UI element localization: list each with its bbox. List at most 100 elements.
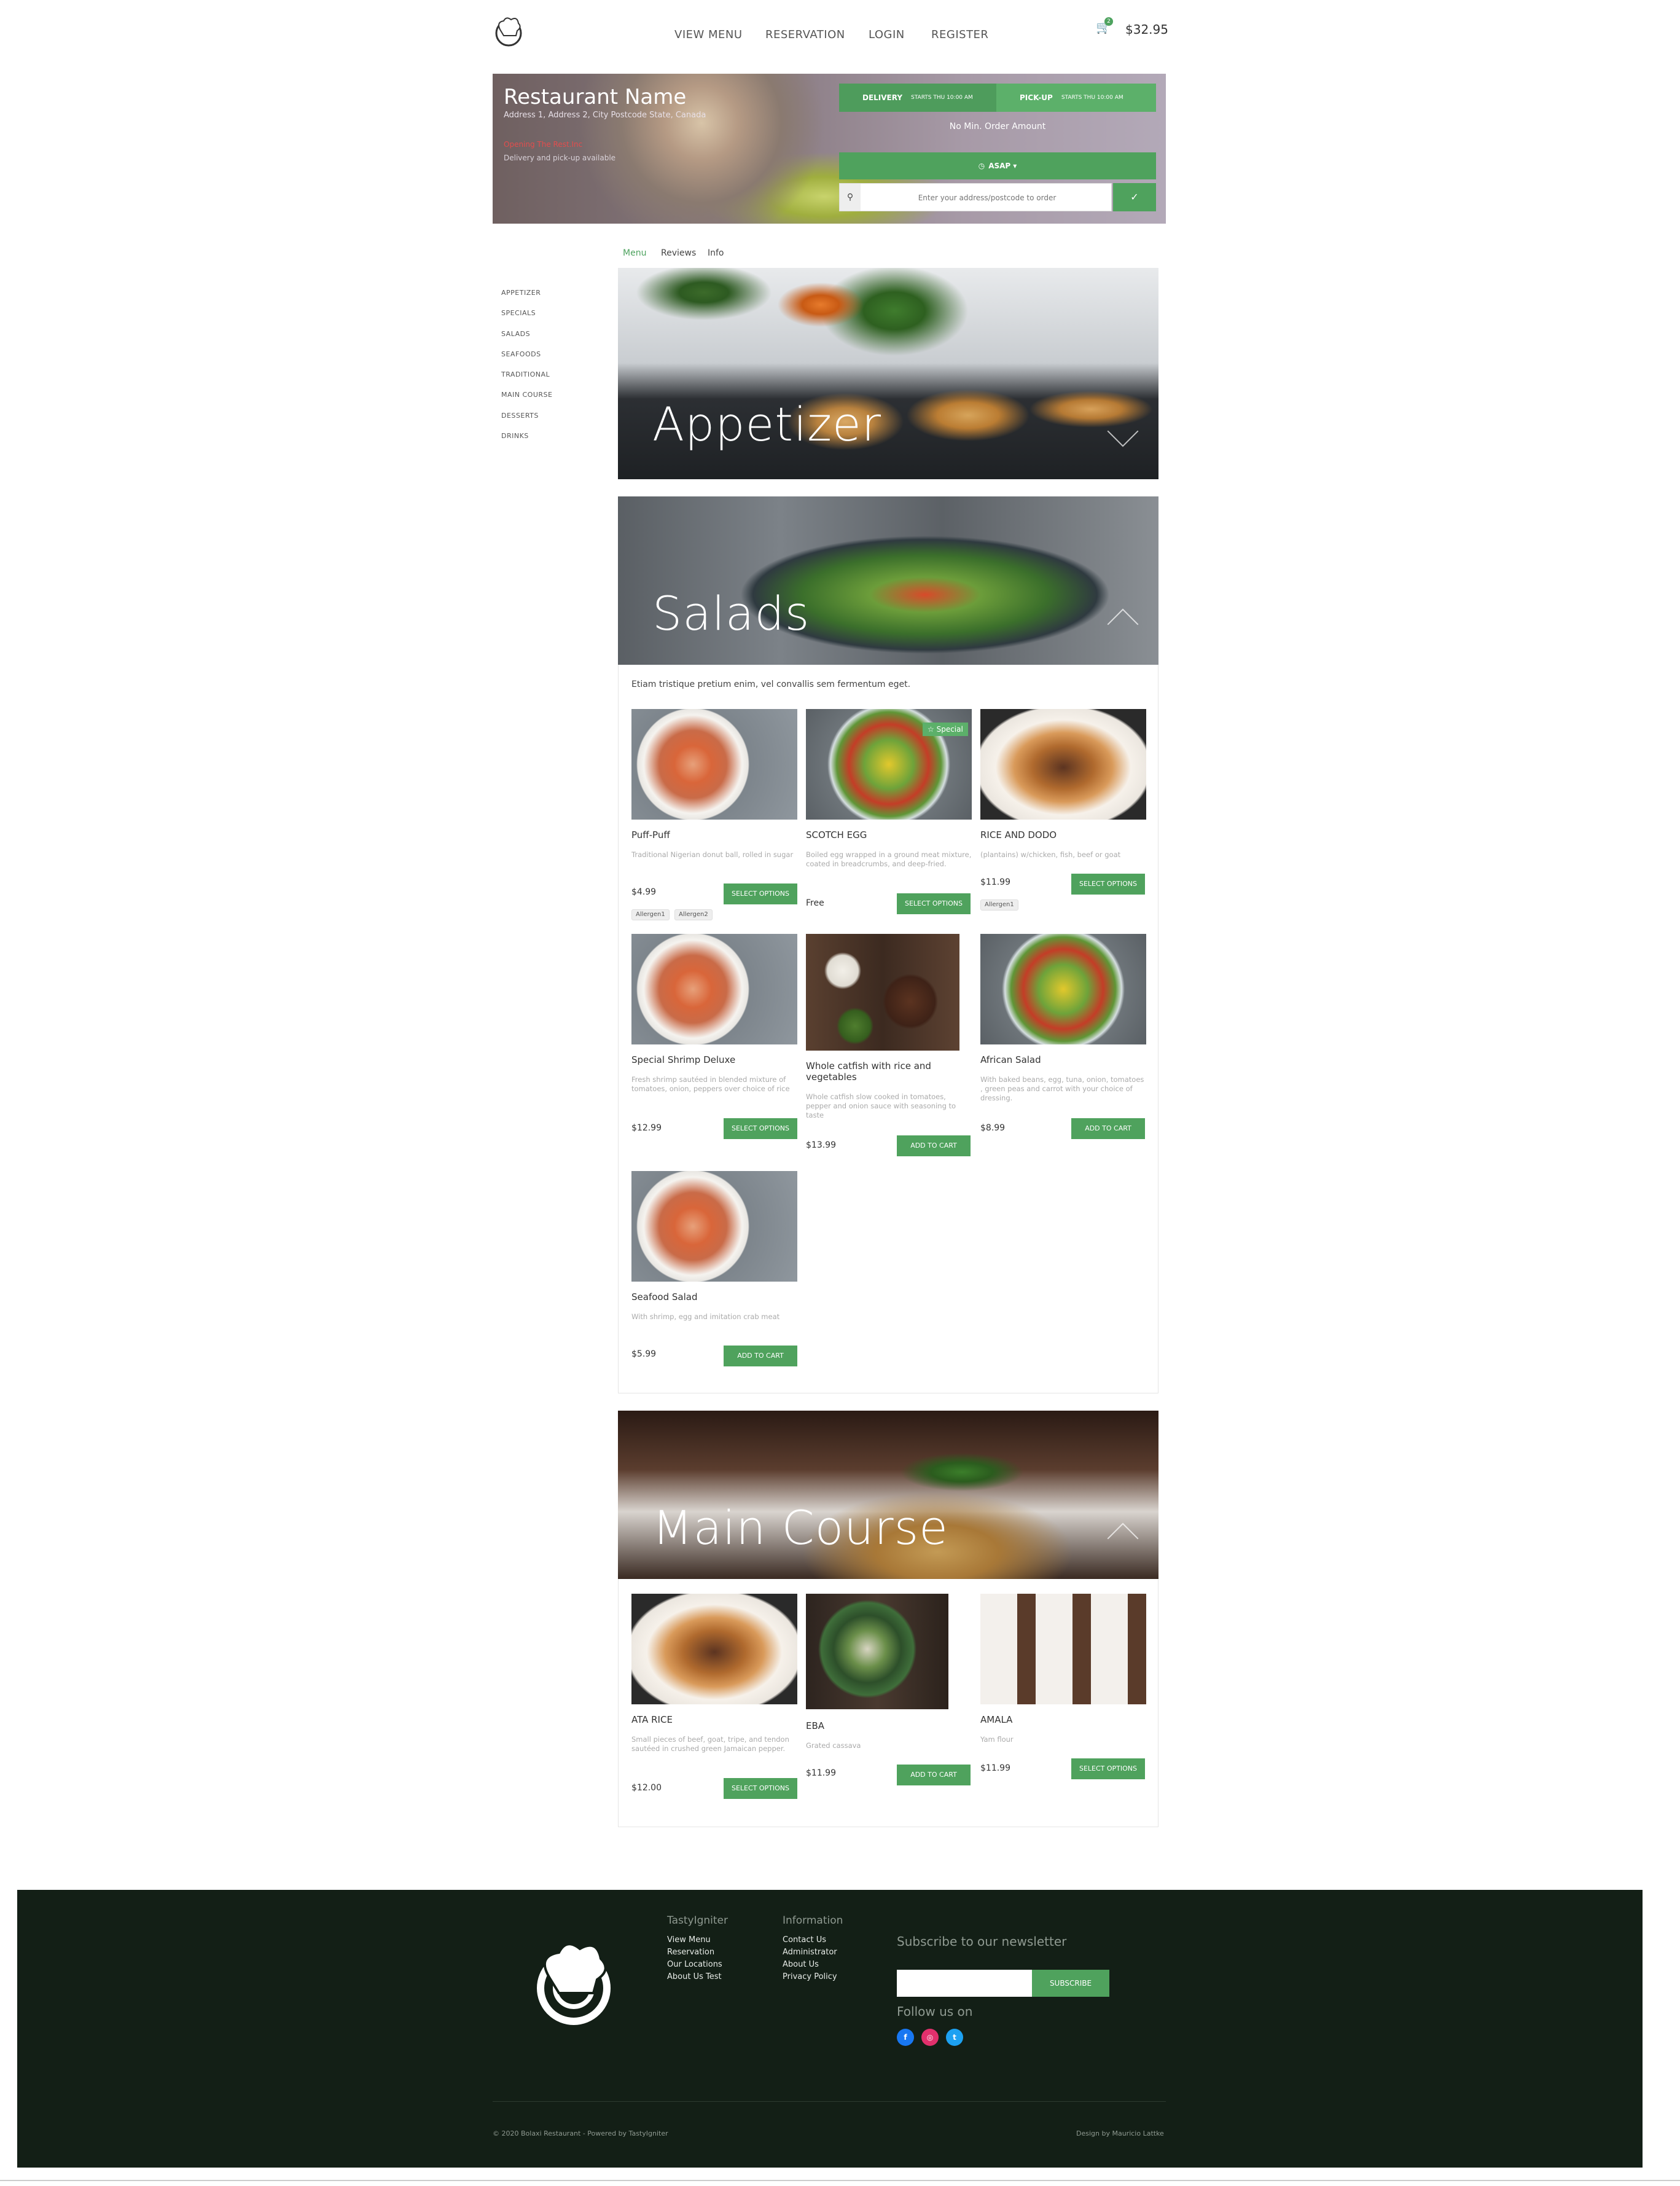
min-order-text: No Min. Order Amount xyxy=(949,122,1046,131)
item-description: With baked beans, egg, tuna, onion, toma… xyxy=(980,1075,1144,1102)
item-name[interactable]: ATA RICE xyxy=(631,1714,797,1725)
add-to-cart-button[interactable]: ADD TO CART xyxy=(724,1346,797,1366)
item-image[interactable] xyxy=(631,1171,797,1282)
item-image[interactable] xyxy=(631,934,797,1044)
twitter-icon[interactable]: t xyxy=(946,2029,963,2046)
footer-link[interactable]: Reservation xyxy=(667,1948,714,1957)
footer-divider xyxy=(493,2101,1166,2102)
item-price: $4.99 xyxy=(631,887,657,897)
footer xyxy=(17,1890,1643,2168)
chef-hat-logo[interactable] xyxy=(493,15,525,47)
address-input[interactable] xyxy=(864,184,1110,212)
allergen-badge: Allergen1 xyxy=(980,899,1018,911)
item-name[interactable]: Seafood Salad xyxy=(631,1291,797,1303)
instagram-icon[interactable]: ◎ xyxy=(921,2029,939,2046)
add-to-cart-button[interactable]: ADD TO CART xyxy=(897,1135,971,1156)
nav-view-menu[interactable]: VIEW MENU xyxy=(674,28,743,41)
item-name[interactable]: Whole catfish with rice and vegetables xyxy=(806,1060,972,1083)
footer-link[interactable]: Our Locations xyxy=(667,1960,722,1969)
category-seafoods[interactable]: SEAFOODS xyxy=(501,350,541,358)
footer-link[interactable]: About Us Test xyxy=(667,1972,722,1981)
item-name[interactable]: EBA xyxy=(806,1720,972,1731)
category-traditional[interactable]: TRADITIONAL xyxy=(501,370,550,378)
item-name[interactable]: RICE AND DODO xyxy=(980,829,1146,840)
follow-title: Follow us on xyxy=(897,2004,973,2019)
item-image[interactable] xyxy=(980,709,1146,820)
appetizer-banner[interactable]: Appetizer xyxy=(618,268,1158,479)
item-image[interactable] xyxy=(980,934,1146,1044)
cart-button[interactable]: 🛒 2 $32.95 xyxy=(1096,17,1168,37)
main-course-banner[interactable]: Main Course xyxy=(618,1411,1158,1579)
item-name[interactable]: African Salad xyxy=(980,1054,1146,1065)
select-options-button[interactable]: SELECT OPTIONS xyxy=(897,893,971,914)
select-options-button[interactable]: SELECT OPTIONS xyxy=(1071,1758,1145,1779)
item-image[interactable] xyxy=(806,934,959,1051)
chevron-up-icon[interactable] xyxy=(1107,1522,1139,1554)
tab-info[interactable]: Info xyxy=(708,248,724,258)
delivery-time: STARTS THU 10:00 AM xyxy=(911,95,973,101)
special-tag: ☆ Special xyxy=(923,723,968,736)
footer-col2-title: Information xyxy=(783,1914,843,1927)
asap-dropdown[interactable]: ◷ ASAP ▾ xyxy=(839,152,1156,179)
category-drinks[interactable]: DRINKS xyxy=(501,432,529,440)
footer-link[interactable]: Privacy Policy xyxy=(783,1972,837,1981)
tab-reviews[interactable]: Reviews xyxy=(661,248,696,258)
select-options-button[interactable]: SELECT OPTIONS xyxy=(724,1778,797,1799)
facebook-icon[interactable]: f xyxy=(897,2029,914,2046)
footer-link[interactable]: Administrator xyxy=(783,1948,837,1957)
nav-login[interactable]: LOGIN xyxy=(869,28,905,41)
item-image[interactable] xyxy=(980,1594,1146,1704)
design-credit: Design by Mauricio Lattke xyxy=(1076,2129,1164,2137)
newsletter-title: Subscribe to our newsletter xyxy=(897,1934,1067,1949)
clock-icon: ◷ xyxy=(978,162,985,170)
tab-menu[interactable]: Menu xyxy=(623,248,646,258)
item-name[interactable]: AMALA xyxy=(980,1714,1146,1725)
footer-link[interactable]: Contact Us xyxy=(783,1935,826,1945)
availability-text: Delivery and pick-up available xyxy=(504,154,616,162)
item-description: Whole catfish slow cooked in tomatoes, p… xyxy=(806,1092,956,1119)
item-price: $12.99 xyxy=(631,1123,662,1133)
copyright-text: © 2020 Bolaxi Restaurant - Powered by Ta… xyxy=(493,2129,668,2137)
address-submit-button[interactable]: ✓ xyxy=(1113,183,1156,211)
main-course-title: Main Course xyxy=(652,1500,948,1555)
select-options-button[interactable]: SELECT OPTIONS xyxy=(1071,874,1145,895)
chef-hat-logo[interactable] xyxy=(528,1934,619,2025)
footer-col1-title: TastyIgniter xyxy=(667,1914,728,1927)
item-description: Grated cassava xyxy=(806,1741,861,1750)
item-name[interactable]: Special Shrimp Deluxe xyxy=(631,1054,797,1065)
nav-reservation[interactable]: RESERVATION xyxy=(765,28,845,41)
item-image[interactable] xyxy=(806,1594,948,1709)
category-specials[interactable]: SPECIALS xyxy=(501,309,536,317)
chevron-up-icon[interactable] xyxy=(1107,608,1139,640)
salads-banner[interactable]: Salads xyxy=(618,496,1158,665)
item-image[interactable] xyxy=(631,709,797,820)
item-name[interactable]: SCOTCH EGG xyxy=(806,829,972,840)
chevron-down-icon[interactable] xyxy=(1107,415,1139,447)
add-to-cart-button[interactable]: ADD TO CART xyxy=(1071,1118,1145,1139)
pickup-time: STARTS THU 10:00 AM xyxy=(1061,95,1123,101)
item-price: Free xyxy=(806,898,824,908)
newsletter-email-input[interactable] xyxy=(897,1970,1032,1997)
nav-register[interactable]: REGISTER xyxy=(931,28,988,41)
delivery-label: DELIVERY xyxy=(862,93,903,102)
item-description: Yam flour xyxy=(980,1735,1014,1744)
salads-description: Etiam tristique pretium enim, vel conval… xyxy=(631,680,911,689)
category-appetizer[interactable]: APPETIZER xyxy=(501,289,541,297)
footer-link[interactable]: View Menu xyxy=(667,1935,711,1945)
special-tag-label: Special xyxy=(936,725,963,734)
subscribe-button[interactable]: SUBSCRIBE xyxy=(1032,1970,1109,1997)
item-description: Boiled egg wrapped in a ground meat mixt… xyxy=(806,850,972,868)
category-main-course[interactable]: MAIN COURSE xyxy=(501,391,552,399)
add-to-cart-button[interactable]: ADD TO CART xyxy=(897,1765,971,1785)
category-desserts[interactable]: DESSERTS xyxy=(501,412,539,420)
footer-link[interactable]: About Us xyxy=(783,1960,819,1969)
select-options-button[interactable]: SELECT OPTIONS xyxy=(724,1118,797,1139)
salads-title: Salads xyxy=(652,586,810,641)
category-salads[interactable]: SALADS xyxy=(501,330,530,338)
allergen-badge: Allergen1 xyxy=(631,909,670,920)
select-options-button[interactable]: SELECT OPTIONS xyxy=(724,883,797,904)
delivery-tab[interactable]: DELIVERY STARTS THU 10:00 AM xyxy=(839,84,996,112)
item-image[interactable] xyxy=(631,1594,797,1704)
pickup-tab[interactable]: PICK-UP STARTS THU 10:00 AM xyxy=(996,84,1156,112)
item-name[interactable]: Puff-Puff xyxy=(631,829,797,840)
